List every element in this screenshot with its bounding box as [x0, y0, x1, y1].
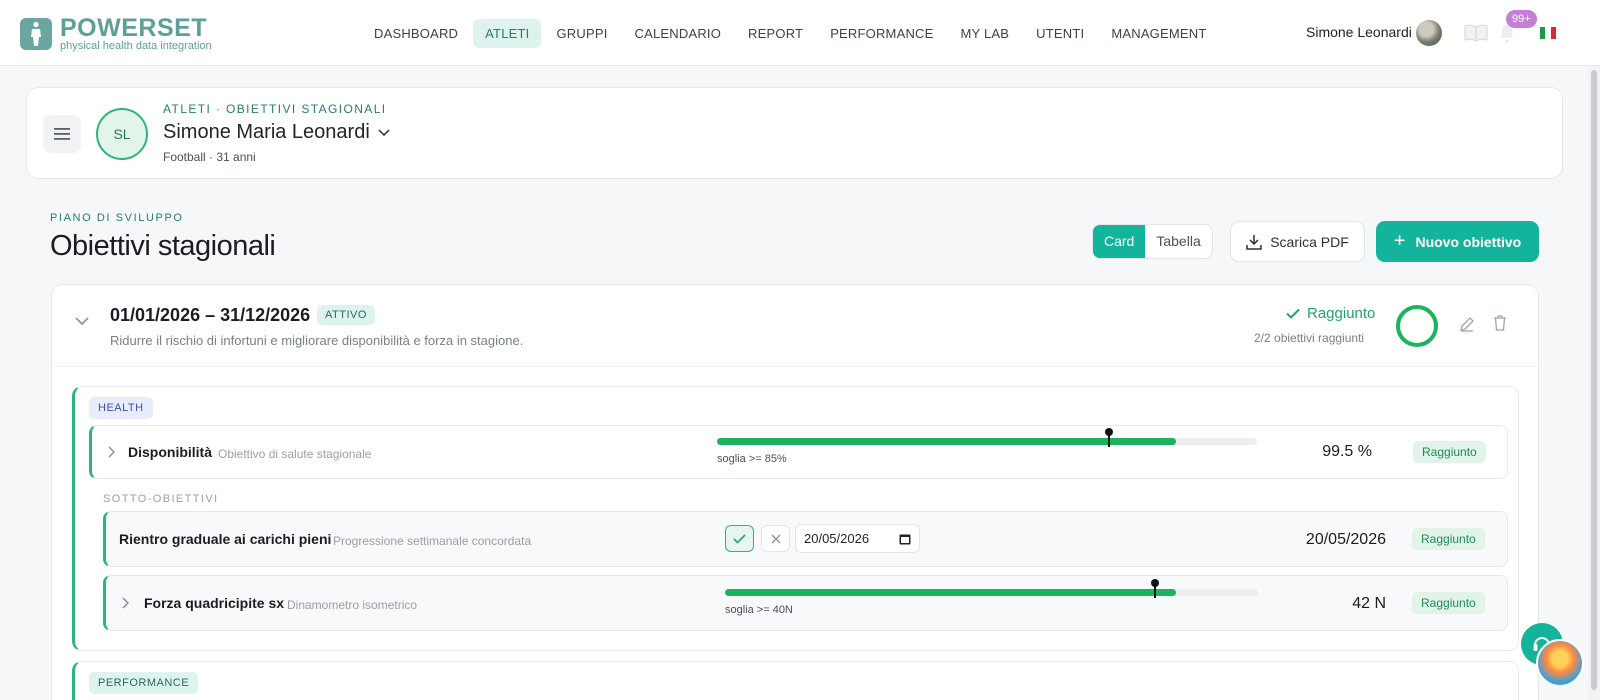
book-icon[interactable] [1464, 24, 1488, 47]
hamburger-icon [54, 128, 70, 140]
athlete-selector[interactable]: Simone Maria Leonardi [163, 121, 390, 144]
chevron-down-icon [378, 128, 390, 136]
nav-management[interactable]: MANAGEMENT [1099, 19, 1218, 48]
nav-dashboard[interactable]: DASHBOARD [362, 19, 470, 48]
chevron-right-icon[interactable] [122, 597, 129, 609]
category-health: HEALTH Disponibilità Obiettivo di salute… [72, 386, 1519, 651]
breadcrumb: ATLETI · OBIETTIVI STAGIONALI [163, 102, 387, 116]
subobjective-title: Forza quadricipite sx [144, 595, 285, 611]
view-toggle: Card Tabella [1092, 224, 1213, 259]
date-input[interactable]: 20/05/2026 [795, 524, 920, 553]
section-kicker: PIANO DI SVILUPPO [50, 212, 184, 224]
view-table-button[interactable]: Tabella [1145, 225, 1211, 258]
subobjective-subtitle: Dinamometro isometrico [287, 598, 418, 612]
status-badge: Raggiunto [1412, 528, 1485, 550]
threshold-label: soglia >= 85% [717, 453, 787, 465]
new-goal-label: Nuovo obiettivo [1415, 233, 1522, 250]
page-title: Obiettivi stagionali [50, 230, 276, 262]
trash-icon[interactable] [1493, 315, 1507, 331]
goal-description: Ridurre il rischio di infortuni e miglio… [110, 333, 524, 348]
scrollbar-thumb[interactable] [1591, 70, 1597, 690]
objective-row[interactable]: Disponibilità Obiettivo di salute stagio… [89, 425, 1508, 479]
download-pdf-label: Scarica PDF [1270, 233, 1349, 250]
user-name[interactable]: Simone Leonardi [1306, 24, 1412, 40]
user-avatar[interactable] [1416, 20, 1442, 46]
calendar-icon[interactable] [899, 533, 911, 545]
close-icon [771, 534, 780, 543]
goal-header[interactable]: 01/01/2026 – 31/12/2026 ATTIVO Ridurre i… [52, 285, 1538, 367]
goal-result: Raggiunto [1286, 305, 1375, 322]
nav-performance[interactable]: PERFORMANCE [818, 19, 945, 48]
notifications-badge[interactable]: 99+ [1506, 10, 1537, 28]
menu-button[interactable] [43, 115, 81, 153]
subobjective-title: Rientro graduale ai carichi pieni [119, 531, 332, 547]
nav-calendario[interactable]: CALENDARIO [623, 19, 734, 48]
objective-subtitle: Obiettivo di salute stagionale [218, 447, 372, 461]
plus-icon: + [1393, 230, 1406, 252]
chevron-down-icon[interactable] [75, 317, 89, 326]
download-pdf-button[interactable]: Scarica PDF [1230, 221, 1365, 262]
download-icon [1246, 234, 1262, 250]
body-figure-icon [20, 18, 52, 50]
goal-card: 01/01/2026 – 31/12/2026 ATTIVO Ridurre i… [51, 284, 1539, 700]
main-nav: DASHBOARD ATLETI GRUPPI CALENDARIO REPOR… [362, 19, 1222, 48]
athlete-name: Simone Maria Leonardi [163, 121, 370, 143]
progress-bar [725, 579, 1258, 598]
threshold-label: soglia >= 40N [725, 604, 793, 616]
athlete-avatar: SL [96, 108, 148, 160]
new-goal-button[interactable]: + Nuovo obiettivo [1376, 221, 1539, 262]
category-tag: PERFORMANCE [89, 672, 199, 694]
category-tag: HEALTH [89, 397, 153, 419]
check-icon [733, 533, 746, 544]
subobjective-value: 20/05/2026 [1305, 531, 1386, 548]
goal-progress-text: 2/2 obiettivi raggiunti [1254, 331, 1365, 345]
subobjective-subtitle: Progressione settimanale concordata [333, 534, 532, 548]
brand-logo[interactable]: POWERSET physical health data integratio… [20, 16, 212, 52]
status-badge: Raggiunto [1412, 592, 1485, 614]
nav-utenti[interactable]: UTENTI [1024, 19, 1096, 48]
objective-value: 99.5 % [1322, 443, 1372, 460]
subobjective-value: 42 N [1352, 595, 1386, 612]
nav-atleti[interactable]: ATLETI [473, 19, 542, 48]
subobjective-row[interactable]: Rientro graduale ai carichi pieni Progre… [103, 511, 1508, 567]
goal-dates: 01/01/2026 – 31/12/2026 [110, 305, 311, 325]
progress-bar [717, 428, 1257, 447]
pencil-icon[interactable] [1459, 316, 1475, 332]
nav-gruppi[interactable]: GRUPPI [544, 19, 619, 48]
chevron-right-icon[interactable] [108, 446, 115, 458]
objective-title: Disponibilità [128, 444, 212, 460]
mark-achieved-button[interactable] [725, 525, 754, 552]
date-input-value: 20/05/2026 [804, 531, 870, 546]
top-navbar: POWERSET physical health data integratio… [0, 0, 1600, 66]
subobjectives-label: SOTTO-OBIETTIVI [103, 493, 219, 505]
view-card-button[interactable]: Card [1093, 225, 1146, 258]
athlete-header-card: SL ATLETI · OBIETTIVI STAGIONALI Simone … [26, 87, 1563, 179]
brand-name: POWERSET [60, 14, 208, 42]
marker-pin [1150, 579, 1159, 598]
athlete-meta: Football · 31 anni [163, 150, 256, 164]
marker-pin [1104, 428, 1113, 447]
mark-not-achieved-button[interactable] [761, 525, 790, 552]
brand-tagline: physical health data integration [60, 40, 212, 52]
beach-icon[interactable] [1536, 639, 1584, 687]
nav-report[interactable]: REPORT [736, 19, 815, 48]
goal-result-label: Raggiunto [1307, 305, 1376, 322]
status-badge: Raggiunto [1413, 441, 1486, 463]
italy-flag-icon[interactable] [1540, 27, 1556, 39]
progress-bar-fill [725, 589, 1177, 596]
progress-ring [1396, 305, 1438, 347]
check-icon [1286, 308, 1300, 319]
category-performance: PERFORMANCE [72, 661, 1519, 700]
status-badge: ATTIVO [317, 305, 375, 325]
subobjective-row[interactable]: Forza quadricipite sx Dinamometro isomet… [103, 575, 1508, 631]
nav-my-lab[interactable]: MY LAB [949, 19, 1022, 48]
